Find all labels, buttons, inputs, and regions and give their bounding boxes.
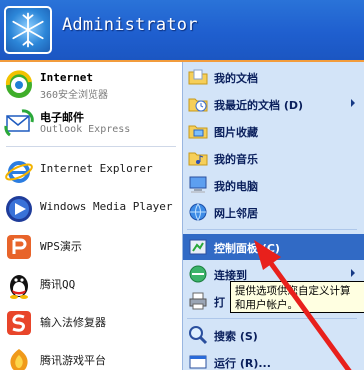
folder-documents-icon <box>188 69 208 85</box>
divider <box>187 318 357 319</box>
my-documents[interactable]: 我的文档 <box>183 64 364 90</box>
input-method-repair-icon <box>7 311 31 335</box>
search-icon <box>189 326 208 345</box>
menu-label: 我的文档 <box>214 72 258 85</box>
snowflake-icon <box>12 12 44 48</box>
search[interactable]: 搜索 (S) <box>183 322 364 348</box>
program-qqgame[interactable]: 腾讯游戏平台 <box>0 342 182 370</box>
start-menu-header: Administrator <box>0 0 364 62</box>
program-label: Windows Media Player <box>40 200 173 213</box>
places-panel: 我的文档 我最近的文档 (D) 图片收藏 我的音乐 我的电脑 网上邻居 控制面板… <box>182 62 364 370</box>
control-panel-tooltip: 提供选项供您自定义计算 和用户帐户。 <box>230 281 364 313</box>
folder-pictures-icon <box>188 125 208 139</box>
program-email[interactable]: 电子邮件 Outlook Express <box>0 104 182 140</box>
submenu-arrow-icon <box>351 269 355 277</box>
divider <box>6 146 176 147</box>
program-subtitle: Outlook Express <box>40 124 131 135</box>
program-wps[interactable]: WPS演示 <box>0 228 182 264</box>
program-label: WPS演示 <box>40 240 82 253</box>
user-avatar[interactable] <box>4 6 52 54</box>
divider <box>187 229 357 230</box>
menu-label: 控制面板 (C) <box>214 242 280 255</box>
menu-label: 打 <box>214 296 225 309</box>
outlook-express-icon <box>4 109 34 137</box>
control-panel[interactable]: 控制面板 (C) <box>183 234 364 260</box>
network-places-icon <box>189 203 207 221</box>
submenu-arrow-icon <box>351 99 355 107</box>
program-label: 腾讯游戏平台 <box>40 354 106 367</box>
program-title: Internet <box>40 71 93 84</box>
my-computer[interactable]: 我的电脑 <box>183 172 364 198</box>
program-label: 输入法修复器 <box>40 316 106 329</box>
tencent-game-icon <box>10 349 28 370</box>
menu-label: 我的音乐 <box>214 153 258 166</box>
program-ime[interactable]: 输入法修复器 <box>0 304 182 340</box>
menu-label: 搜索 (S) <box>214 330 258 343</box>
user-name: Administrator <box>62 15 198 35</box>
computer-icon <box>189 176 207 193</box>
program-label: Internet Explorer <box>40 162 153 175</box>
program-title: 电子邮件 <box>40 111 84 124</box>
menu-label: 我的电脑 <box>214 180 258 193</box>
tooltip-line: 提供选项供您自定义计算 <box>235 285 351 297</box>
recent-documents[interactable]: 我最近的文档 (D) <box>183 91 364 117</box>
menu-label: 图片收藏 <box>214 126 258 139</box>
recent-docs-folder-icon <box>188 98 208 112</box>
connect-to-icon <box>189 265 207 283</box>
pinned-programs-panel: Internet 360安全浏览器 电子邮件 Outlook Express I… <box>0 62 182 370</box>
menu-label: 运行 (R)... <box>214 357 271 370</box>
program-wmp[interactable]: Windows Media Player <box>0 190 182 226</box>
start-menu: Administrator Internet 360安全浏览器 电子邮件 Out… <box>0 0 364 370</box>
program-subtitle: 360安全浏览器 <box>40 90 109 101</box>
qq-penguin-icon <box>10 275 28 299</box>
network-places[interactable]: 网上邻居 <box>183 199 364 225</box>
folder-music-icon <box>188 152 208 166</box>
program-ie[interactable]: Internet Explorer <box>0 152 182 188</box>
tooltip-line: 和用户帐户。 <box>235 299 298 311</box>
menu-label: 网上邻居 <box>214 207 258 220</box>
internet-explorer-icon <box>5 161 33 183</box>
printer-icon <box>189 292 207 310</box>
control-panel-icon <box>189 239 207 255</box>
run[interactable]: 运行 (R)... <box>183 349 364 370</box>
program-label: 腾讯QQ <box>40 278 76 291</box>
program-qq[interactable]: 腾讯QQ <box>0 266 182 302</box>
my-pictures[interactable]: 图片收藏 <box>183 118 364 144</box>
360-browser-icon <box>5 70 32 98</box>
program-internet[interactable]: Internet 360安全浏览器 <box>0 66 182 102</box>
run-icon <box>189 355 207 369</box>
wps-presentation-icon <box>7 235 31 259</box>
my-music[interactable]: 我的音乐 <box>183 145 364 171</box>
windows-media-player-icon <box>6 196 32 222</box>
menu-label: 我最近的文档 (D) <box>214 99 304 112</box>
